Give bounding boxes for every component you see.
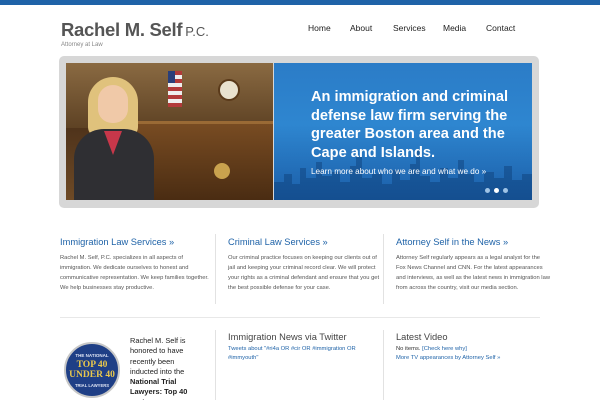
slider-dot-2[interactable] (494, 188, 499, 193)
hero-slider: An immigration and criminal defense law … (59, 56, 539, 208)
attorney-photo (66, 63, 273, 200)
criminal-services-text: Our criminal practice focuses on keeping… (228, 255, 380, 291)
no-items-text: No items. (396, 346, 421, 352)
more-tv-link[interactable]: More TV appearances by Attorney Self » (396, 354, 546, 363)
nav-contact[interactable]: Contact (486, 23, 515, 33)
attorney-face (98, 85, 128, 123)
immigration-column: Immigration Law Services » Rachel M. Sel… (60, 237, 214, 293)
court-seal (214, 163, 230, 179)
immigration-services-link[interactable]: Immigration Law Services » (60, 237, 214, 247)
badge-bottom-text: TRIAL LAWYERS (74, 383, 110, 388)
clock-graphic (218, 79, 240, 101)
nav-media[interactable]: Media (443, 23, 466, 33)
criminal-services-link[interactable]: Criminal Law Services » (228, 237, 382, 247)
immigration-services-text: Rachel M. Self, P.C. specializes in all … (60, 255, 209, 291)
column-divider (215, 234, 216, 304)
nav-services[interactable]: Services (393, 23, 426, 33)
flag-canton (168, 71, 175, 83)
logo-tagline: Attorney at Law (61, 42, 103, 48)
main-nav: Home About Services Media Contact (0, 23, 600, 37)
slider-dot-1[interactable] (485, 188, 490, 193)
slide-promo: An immigration and criminal defense law … (274, 63, 532, 200)
badge-main-text: TOP 40 UNDER 40 (69, 360, 115, 380)
slide-learn-more-link[interactable]: Learn more about who we are and what we … (311, 167, 486, 176)
honor-award: National Trial Lawyers: Top 40 Under 40 (130, 377, 188, 400)
column-divider (383, 330, 384, 400)
top-accent-bar (0, 0, 600, 5)
twitter-section: Immigration News via Twitter Tweets abou… (228, 332, 378, 363)
criminal-column: Criminal Law Services » Our criminal pra… (228, 237, 382, 293)
column-divider (215, 330, 216, 400)
video-section: Latest Video No items. [Check here why] … (396, 332, 546, 363)
check-here-link[interactable]: [Check here why] (422, 346, 467, 352)
slide-headline: An immigration and criminal defense law … (311, 89, 509, 161)
attorney-news-text: Attorney Self regularly appears as a leg… (396, 255, 551, 291)
twitter-title: Immigration News via Twitter (228, 332, 347, 342)
attorney-news-link[interactable]: Attorney Self in the News » (396, 237, 550, 247)
slider-dot-3[interactable] (503, 188, 508, 193)
twitter-tweets-link[interactable]: Tweets about "#ri4a OR #cir OR #immigrat… (228, 345, 378, 363)
badge-top-text: THE NATIONAL (75, 353, 109, 358)
top-40-under-40-badge: THE NATIONAL TOP 40 UNDER 40 TRIAL LAWYE… (64, 342, 120, 398)
column-divider (383, 234, 384, 304)
news-column: Attorney Self in the News » Attorney Sel… (396, 237, 550, 293)
honor-intro: Rachel M. Self is honored to have recent… (130, 336, 186, 376)
section-divider (60, 317, 540, 318)
judge-bench (134, 121, 273, 200)
nav-about[interactable]: About (350, 23, 372, 33)
nav-home[interactable]: Home (308, 23, 331, 33)
bench-edge (134, 121, 273, 124)
honor-text: Rachel M. Self is honored to have recent… (130, 336, 200, 400)
video-status: No items. [Check here why] (396, 345, 546, 354)
video-title: Latest Video (396, 332, 448, 342)
